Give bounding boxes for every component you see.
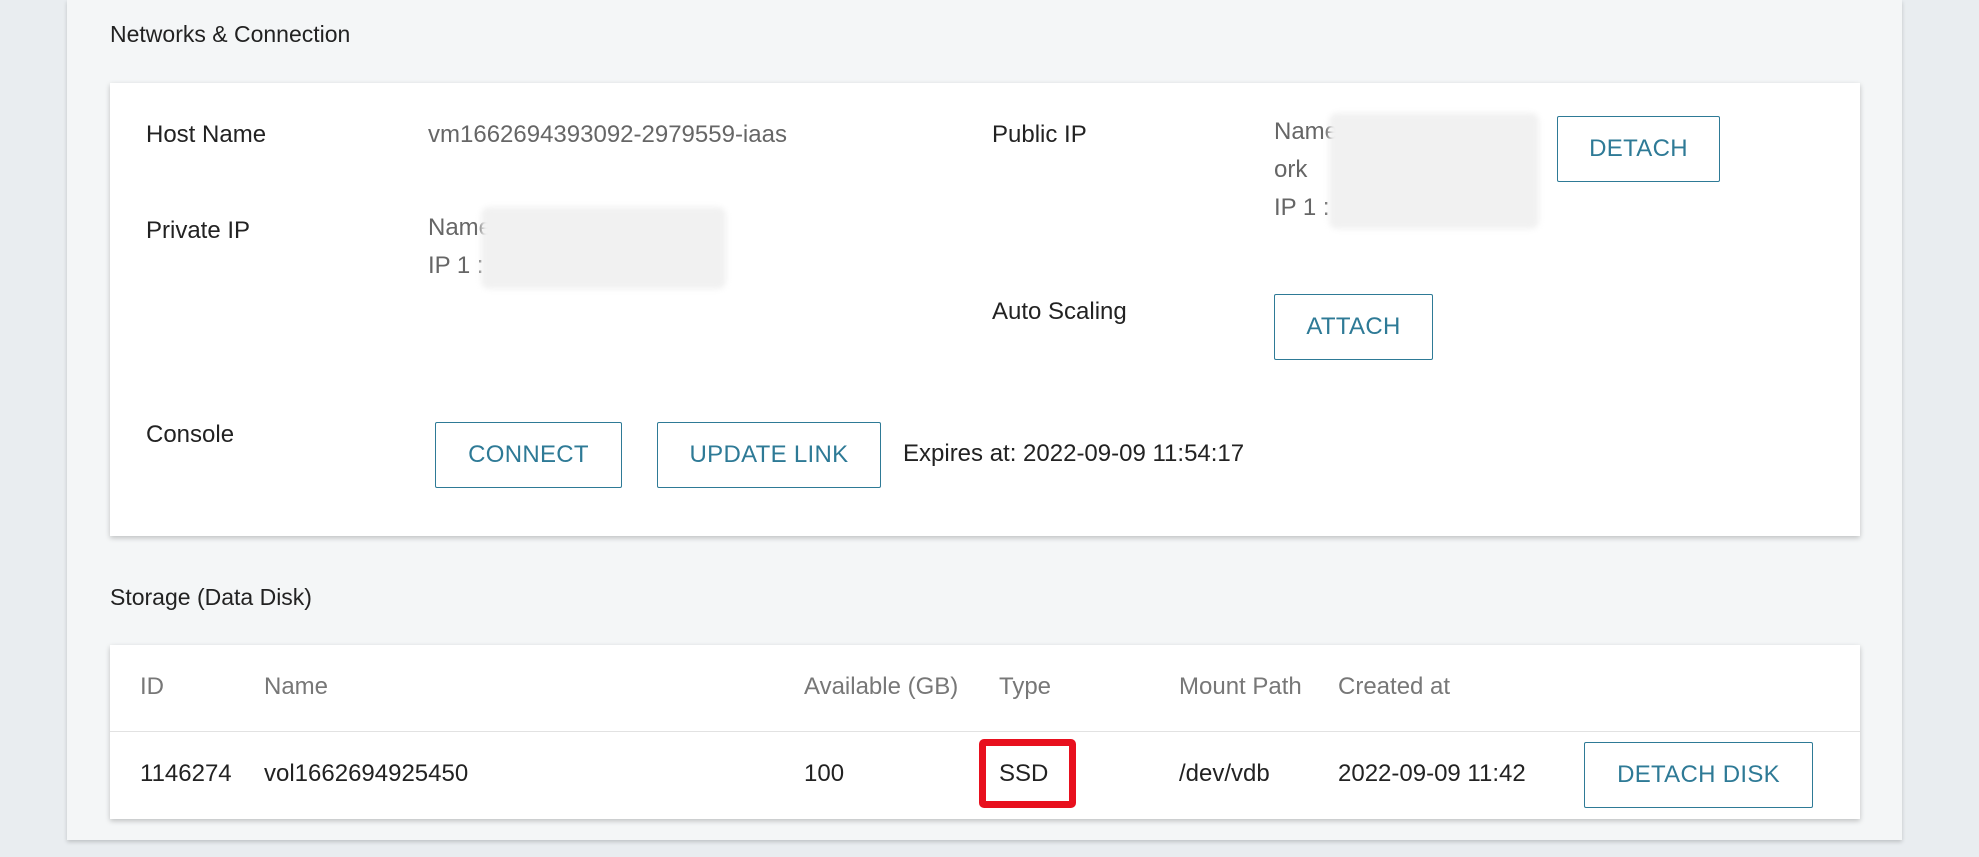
column-header-name: Name	[264, 673, 329, 700]
detach-ip-button[interactable]: DETACH	[1557, 116, 1720, 182]
column-header-id: ID	[140, 673, 164, 700]
disk-mount-path-cell: /dev/vdb	[1179, 760, 1270, 787]
console-expiry-text: Expires at: 2022-09-09 11:54:17	[903, 440, 1245, 467]
auto-scaling-label: Auto Scaling	[992, 298, 1127, 325]
table-divider	[110, 731, 1860, 732]
detach-disk-button[interactable]: DETACH DISK	[1584, 742, 1813, 808]
console-label: Console	[146, 421, 235, 448]
private-ip-redaction	[481, 207, 726, 289]
disk-type-cell: SSD	[999, 760, 1049, 787]
attach-autoscaling-button[interactable]: ATTACH	[1274, 294, 1433, 360]
column-header-available: Available (GB)	[804, 673, 959, 700]
storage-table: ID Name Available (GB) Type Mount Path C…	[110, 645, 1860, 819]
networks-card: Host Name vm1662694393092-2979559-iaas P…	[110, 83, 1860, 536]
column-header-type: Type	[999, 673, 1052, 700]
column-header-created-at: Created at	[1338, 673, 1451, 700]
public-ip-redaction	[1329, 113, 1539, 229]
storage-section-title: Storage (Data Disk)	[110, 584, 312, 610]
connect-console-button[interactable]: CONNECT	[435, 422, 622, 488]
public-ip-label: Public IP	[992, 121, 1087, 148]
private-ip-label: Private IP	[146, 217, 251, 244]
disk-available-cell: 100	[804, 760, 845, 787]
update-link-button[interactable]: UPDATE LINK	[657, 422, 881, 488]
disk-name-cell: vol1662694925450	[264, 760, 469, 787]
host-name-value: vm1662694393092-2979559-iaas	[428, 121, 787, 148]
column-header-mount-path: Mount Path	[1179, 673, 1302, 700]
disk-created-at-cell: 2022-09-09 11:42	[1338, 760, 1526, 787]
disk-id-cell: 1146274	[140, 760, 232, 787]
networks-section-title: Networks & Connection	[110, 21, 351, 47]
host-name-label: Host Name	[146, 121, 267, 148]
instance-detail-panel: Networks & Connection Host Name vm166269…	[67, 0, 1902, 840]
